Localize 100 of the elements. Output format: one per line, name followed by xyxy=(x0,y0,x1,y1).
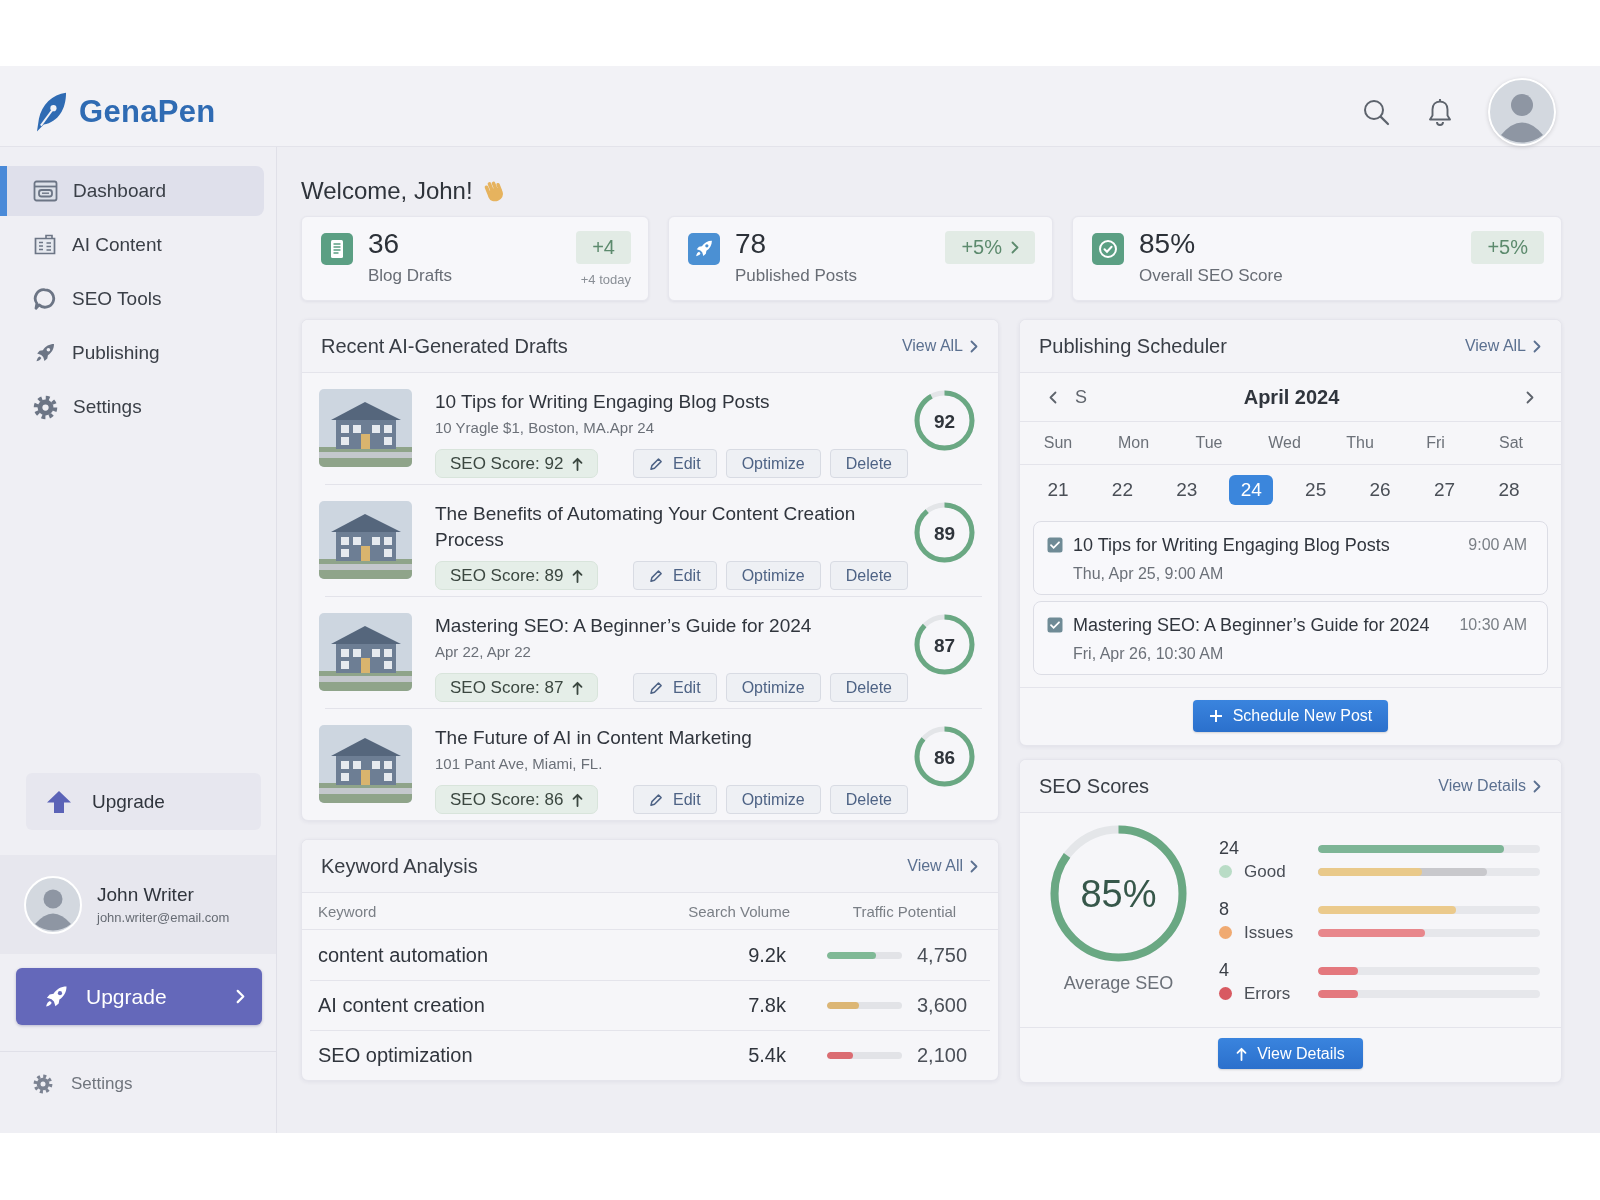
seo-score-label: SEO Score: 89 xyxy=(450,565,564,586)
post-date: Thu, Apr 25, 9:00 AM xyxy=(1073,565,1225,583)
upgrade-link[interactable]: Upgrade xyxy=(26,773,261,830)
browser-window-icon xyxy=(33,179,58,203)
score-ring xyxy=(914,726,975,787)
chevron-right-icon xyxy=(1011,241,1019,254)
score-ring xyxy=(914,614,975,675)
action-button[interactable]: Delete xyxy=(829,561,908,590)
action-button[interactable]: Optimize xyxy=(725,785,821,814)
bell-icon[interactable] xyxy=(1427,98,1453,126)
arrow-up-icon xyxy=(572,792,584,807)
traffic-value: 3,600 xyxy=(917,994,968,1017)
settings-link[interactable]: Settings xyxy=(0,1052,276,1116)
action-button[interactable]: Delete xyxy=(829,449,908,478)
seo-score-label: SEO Score: 87 xyxy=(450,677,564,698)
draft-meta: Apr 22, Apr 22 xyxy=(435,642,532,662)
view-details-button[interactable]: View Details xyxy=(1218,1038,1363,1069)
schedule-post-button[interactable]: Schedule New Post xyxy=(1192,700,1389,732)
column-header: Keyword xyxy=(318,902,378,920)
user-email: john.writer@email.com xyxy=(97,910,230,925)
chevron-right-icon xyxy=(1533,339,1541,353)
chevron-right-icon xyxy=(1533,779,1541,793)
checkbox[interactable] xyxy=(1047,537,1063,553)
column-header: Traffic Potential xyxy=(852,902,957,920)
view-details-link[interactable]: View Details xyxy=(1438,777,1541,795)
calendar-day[interactable]: 26 xyxy=(1358,475,1403,505)
keyword-text: SEO optimization xyxy=(318,1044,474,1067)
arrow-up-icon xyxy=(572,568,584,583)
panel-title: Keyword Analysis xyxy=(321,854,478,878)
action-button[interactable]: Edit xyxy=(633,785,717,814)
action-button[interactable]: Edit xyxy=(633,561,717,590)
search-icon[interactable] xyxy=(1362,98,1390,126)
welcome-heading: Welcome, John! xyxy=(301,177,473,205)
chevron-left-icon[interactable] xyxy=(1049,390,1057,404)
action-button[interactable]: Delete xyxy=(829,673,908,702)
change-link[interactable]: +5% xyxy=(945,231,1035,264)
change-indicator: +5% xyxy=(1471,231,1544,264)
stat-label: Overall SEO Score xyxy=(1139,265,1283,287)
user-avatar[interactable] xyxy=(1488,78,1556,146)
score-ring xyxy=(914,390,975,451)
score-value: 92 xyxy=(933,411,956,430)
action-button[interactable]: Optimize xyxy=(725,449,821,478)
change-indicator: +4 xyxy=(576,231,631,264)
action-button[interactable]: Optimize xyxy=(725,561,821,590)
score-value: 87 xyxy=(933,635,956,654)
score-ring xyxy=(914,502,975,563)
calendar-day[interactable]: 21 xyxy=(1036,475,1080,505)
chevron-right-icon[interactable] xyxy=(1526,390,1534,404)
calendar-day[interactable]: 25 xyxy=(1293,475,1338,505)
chevron-right-icon xyxy=(970,859,978,873)
user-avatar[interactable] xyxy=(24,875,82,934)
view-all-link[interactable]: View AlL xyxy=(901,337,978,355)
calendar-day[interactable]: 28 xyxy=(1486,475,1531,505)
column-header: Search Volume xyxy=(688,902,790,920)
stat-label: Published Posts xyxy=(735,265,857,287)
nav-item[interactable]: Publishing xyxy=(0,328,264,378)
average-score-label: Average SEO xyxy=(1063,972,1174,994)
stat-value: 78 xyxy=(735,228,768,260)
settings-icon xyxy=(33,394,58,420)
panel-title: SEO Scores xyxy=(1039,774,1150,798)
calendar-nav-label: S xyxy=(1075,386,1087,408)
keyword-text: AI content creation xyxy=(318,994,486,1017)
action-button[interactable]: Edit xyxy=(633,449,717,478)
weekday-label: Fri xyxy=(1425,434,1446,452)
arrow-up-icon xyxy=(572,456,584,471)
action-button[interactable]: Optimize xyxy=(725,673,821,702)
calendar-day[interactable]: 27 xyxy=(1422,475,1467,505)
nav-item[interactable]: AI Content xyxy=(0,220,264,270)
weekday-label: Sat xyxy=(1498,434,1524,452)
seo-score-label: SEO Score: 92 xyxy=(450,453,564,474)
checkbox[interactable] xyxy=(1047,617,1063,633)
calendar-day[interactable]: 24 xyxy=(1229,475,1274,505)
score-value: 89 xyxy=(933,523,956,542)
action-button[interactable]: Edit xyxy=(633,673,717,702)
weekday-label: Mon xyxy=(1116,434,1151,452)
draft-meta: 101 Pant Ave, Miami, FL. xyxy=(435,754,604,774)
keyword-text: content automation xyxy=(318,943,490,967)
draft-title: 10 Tips for Writing Engaging Blog Posts xyxy=(435,390,771,414)
speech-bubble-icon xyxy=(33,287,57,311)
nav-item[interactable]: SEO Tools xyxy=(0,274,264,324)
post-time: 10:30 AM xyxy=(1459,616,1527,634)
chevron-right-icon xyxy=(970,339,978,353)
nav-item[interactable]: Dashboard xyxy=(0,166,264,216)
calendar-day[interactable]: 22 xyxy=(1100,475,1145,505)
traffic-value: 2,100 xyxy=(917,1044,968,1067)
plus-icon xyxy=(1208,709,1223,723)
draft-title: The Benefits of Automating Your Content Creation Process xyxy=(435,502,857,552)
pencil-icon xyxy=(649,680,664,695)
calendar-day[interactable]: 23 xyxy=(1164,475,1209,505)
view-all-link[interactable]: View AlL xyxy=(1464,337,1541,355)
panel-title: Recent AI-Generated Drafts xyxy=(321,334,568,358)
draft-meta: 10 Yragle $1, Boston, MA.Apr 24 xyxy=(435,418,656,438)
score-count: 4 xyxy=(1219,960,1230,981)
action-button[interactable]: Delete xyxy=(829,785,908,814)
nav-item[interactable]: Settings xyxy=(0,382,264,432)
seo-score-label: SEO Score: 86 xyxy=(450,789,564,810)
view-all-link[interactable]: View All xyxy=(907,857,978,875)
document-icon xyxy=(321,233,353,265)
pencil-icon xyxy=(649,568,664,583)
upgrade-button[interactable]: Upgrade xyxy=(16,968,262,1025)
